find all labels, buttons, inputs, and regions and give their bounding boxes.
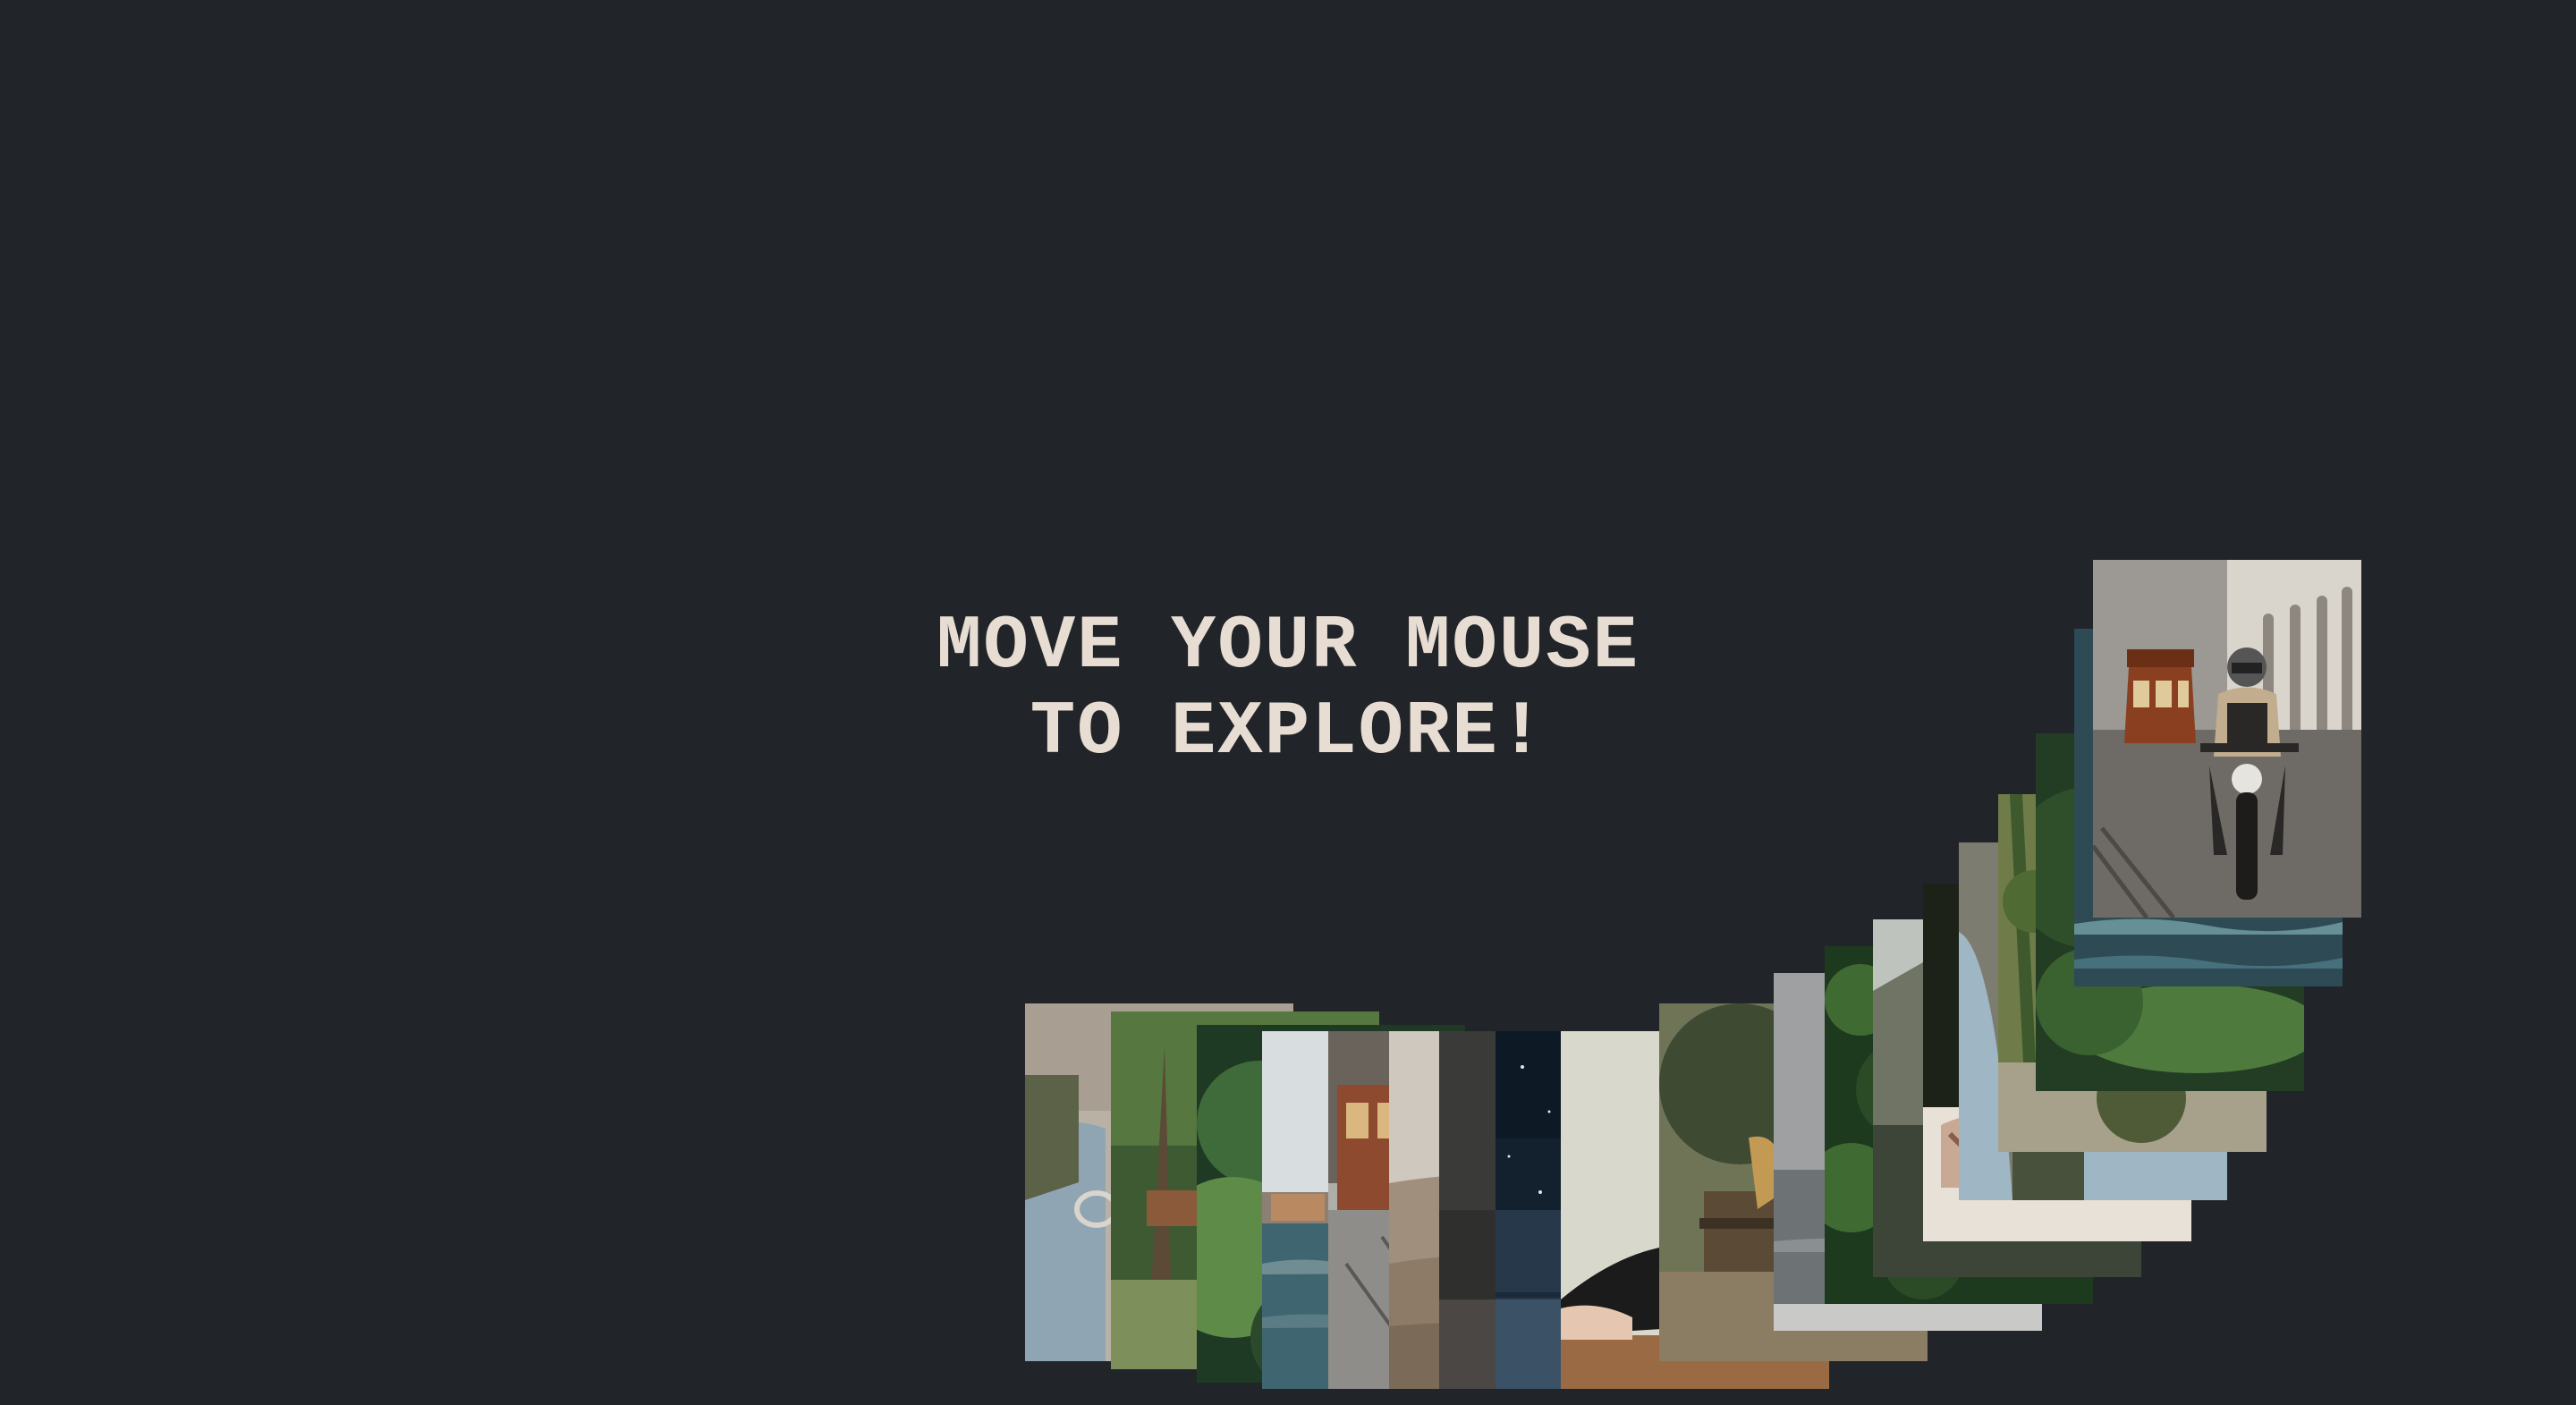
- explore-stage[interactable]: MOVE YOUR MOUSE TO EXPLORE!: [0, 0, 2576, 1405]
- page-headline: MOVE YOUR MOUSE TO EXPLORE!: [0, 605, 2576, 776]
- headline-line-1: MOVE YOUR MOUSE: [936, 605, 1640, 690]
- headline-line-2: TO EXPLORE!: [1030, 690, 1546, 775]
